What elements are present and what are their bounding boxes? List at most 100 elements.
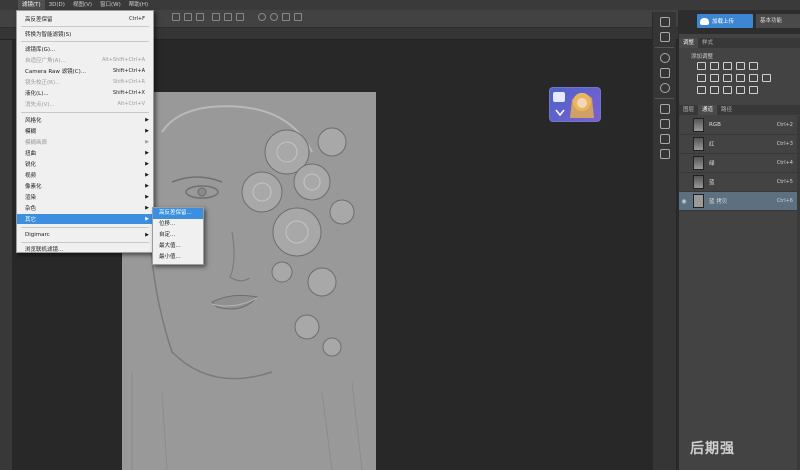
adjustment-icons bbox=[697, 62, 787, 98]
workspace-buttons: 加载上传 基本功能 bbox=[678, 10, 800, 34]
distribute-icon[interactable] bbox=[224, 13, 232, 21]
3d-roll-icon[interactable] bbox=[270, 13, 278, 21]
threshold-icon[interactable] bbox=[723, 86, 732, 94]
menu-item-digimarc[interactable]: Digimarc ▶ bbox=[17, 230, 153, 240]
selective-color-icon[interactable] bbox=[749, 86, 758, 94]
3d-rotate-icon[interactable] bbox=[258, 13, 266, 21]
tab-adjustments[interactable]: 调整 bbox=[679, 38, 699, 48]
history-icon[interactable] bbox=[659, 17, 670, 27]
tab-paths[interactable]: 路径 bbox=[717, 105, 736, 115]
thumbnail-illustration bbox=[553, 92, 594, 118]
character-icon[interactable] bbox=[659, 104, 670, 114]
hue-saturation-icon[interactable] bbox=[697, 74, 706, 82]
submenu-item-offset[interactable]: 位移... bbox=[153, 219, 203, 230]
channel-thumbnail bbox=[693, 137, 704, 151]
align-icon[interactable] bbox=[172, 13, 180, 21]
channels-icon[interactable] bbox=[659, 149, 670, 159]
menu-item-noise[interactable]: 杂色 ▶ bbox=[17, 203, 153, 213]
submenu-arrow-icon: ▶ bbox=[145, 139, 149, 145]
menu-item-pixelate[interactable]: 像素化 ▶ bbox=[17, 181, 153, 191]
tab-channels[interactable]: 通道 bbox=[698, 105, 718, 115]
info-icon[interactable] bbox=[659, 83, 670, 93]
levels-icon[interactable] bbox=[710, 62, 719, 70]
adjust-title: 添加调整 bbox=[691, 54, 714, 60]
menu-item-filter-gallery[interactable]: 滤镜库(G)... bbox=[17, 44, 153, 54]
channel-thumbnail bbox=[693, 175, 704, 189]
menu-item-camera-raw[interactable]: Camera Raw 滤镜(C)... Shift+Ctrl+A bbox=[17, 66, 153, 76]
color-lookup-icon[interactable] bbox=[762, 74, 771, 82]
menu-bar: 滤镜(T) 3D(D) 视图(V) 窗口(W) 帮助(H) bbox=[0, 0, 800, 10]
other-submenu: 高反差保留... 位移... 自定... 最大值... 最小值... bbox=[152, 207, 204, 265]
menu-item-video[interactable]: 视频 ▶ bbox=[17, 170, 153, 180]
gradient-map-icon[interactable] bbox=[736, 86, 745, 94]
menu-item-sharpen[interactable]: 锐化 ▶ bbox=[17, 159, 153, 169]
menu-item-blur-gallery: 模糊画廊 ▶ bbox=[25, 139, 149, 146]
align-icon[interactable] bbox=[196, 13, 204, 21]
menu-item-render[interactable]: 渲染 ▶ bbox=[17, 192, 153, 202]
exposure-icon[interactable] bbox=[736, 62, 745, 70]
submenu-arrow-icon: ▶ bbox=[145, 183, 149, 189]
menu-separator bbox=[21, 242, 149, 243]
channel-row-green[interactable]: 绿 Ctrl+4 bbox=[679, 154, 800, 173]
channel-row-blue-copy[interactable]: ◉ 蓝 拷贝 Ctrl+6 bbox=[679, 192, 800, 211]
channel-mixer-icon[interactable] bbox=[749, 74, 758, 82]
workspace-basic-button[interactable]: 基本功能 bbox=[756, 14, 800, 28]
right-panel: 调整 样式 添加调整 图层 通道 路径 RGB Ctrl+2 红 Ctrl+3 … bbox=[678, 12, 800, 470]
menu-item-convert-smart-filter[interactable]: 转换为智能滤镜(S) bbox=[17, 29, 153, 39]
menu-item-distort[interactable]: 扭曲 ▶ bbox=[17, 148, 153, 158]
submenu-item-maximum[interactable]: 最大值... bbox=[153, 241, 203, 252]
photo-filter-icon[interactable] bbox=[736, 74, 745, 82]
3d-pan-icon[interactable] bbox=[282, 13, 290, 21]
menu-item-stylize[interactable]: 风格化 ▶ bbox=[17, 115, 153, 125]
tab-styles[interactable]: 样式 bbox=[698, 38, 717, 48]
channel-shortcut: Ctrl+2 bbox=[776, 122, 793, 128]
tab-layers[interactable]: 图层 bbox=[679, 105, 698, 115]
menu-window[interactable]: 窗口(W) bbox=[96, 0, 125, 10]
submenu-item-high-pass[interactable]: 高反差保留... bbox=[153, 208, 203, 219]
distribute-icon[interactable] bbox=[236, 13, 244, 21]
eye-icon[interactable]: ◉ bbox=[679, 198, 689, 205]
channel-row-red[interactable]: 红 Ctrl+3 bbox=[679, 135, 800, 154]
brightness-icon[interactable] bbox=[697, 62, 706, 70]
menu-filter[interactable]: 滤镜(T) bbox=[18, 0, 45, 10]
menu-help[interactable]: 帮助(H) bbox=[125, 0, 152, 10]
canvas-image[interactable] bbox=[122, 92, 376, 470]
menu-item-last-filter[interactable]: 高反差保留 Ctrl+F bbox=[17, 14, 153, 24]
submenu-arrow-icon: ▶ bbox=[145, 194, 149, 200]
submenu-arrow-icon: ▶ bbox=[145, 205, 149, 211]
menu-item-adaptive-wide-angle: 自适应广角(A)... Alt+Shift+Ctrl+A bbox=[25, 57, 145, 64]
channel-name: 红 bbox=[709, 142, 715, 148]
distribute-icon[interactable] bbox=[212, 13, 220, 21]
color-balance-icon[interactable] bbox=[710, 74, 719, 82]
menu-3d[interactable]: 3D(D) bbox=[45, 0, 69, 10]
menu-view[interactable]: 视图(V) bbox=[69, 0, 96, 10]
cloud-upload-button[interactable]: 加载上传 bbox=[697, 14, 753, 28]
invert-icon[interactable] bbox=[697, 86, 706, 94]
swatches-icon[interactable] bbox=[659, 68, 670, 78]
channel-row-blue[interactable]: 蓝 Ctrl+5 bbox=[679, 173, 800, 192]
curves-icon[interactable] bbox=[723, 62, 732, 70]
channel-name: 绿 bbox=[709, 161, 715, 167]
submenu-arrow-icon: ▶ bbox=[145, 216, 149, 222]
color-icon[interactable] bbox=[659, 53, 670, 63]
menu-item-lens-correction: 镜头校正(R)... Shift+Ctrl+R bbox=[25, 79, 145, 86]
submenu-arrow-icon: ▶ bbox=[145, 232, 149, 238]
3d-slide-icon[interactable] bbox=[294, 13, 302, 21]
brush-icon[interactable] bbox=[659, 32, 670, 42]
layers-icon[interactable] bbox=[659, 134, 670, 144]
vibrance-icon[interactable] bbox=[749, 62, 758, 70]
channel-row-rgb[interactable]: RGB Ctrl+2 bbox=[679, 116, 800, 135]
menu-item-liquify[interactable]: 液化(L)... Shift+Ctrl+X bbox=[17, 88, 153, 98]
posterize-icon[interactable] bbox=[710, 86, 719, 94]
black-white-icon[interactable] bbox=[723, 74, 732, 82]
submenu-item-custom[interactable]: 自定... bbox=[153, 230, 203, 241]
menu-item-blur[interactable]: 模糊 ▶ bbox=[17, 126, 153, 136]
floating-thumbnail[interactable] bbox=[549, 87, 601, 122]
submenu-arrow-icon: ▶ bbox=[145, 150, 149, 156]
menu-item-other[interactable]: 其它 ▶ bbox=[17, 214, 153, 224]
paragraph-icon[interactable] bbox=[659, 119, 670, 129]
submenu-item-minimum[interactable]: 最小值... bbox=[153, 252, 203, 263]
align-icon[interactable] bbox=[184, 13, 192, 21]
watermark-logo: 后期强 bbox=[690, 441, 735, 457]
menu-item-browse-online[interactable]: 浏览联机滤镜... bbox=[17, 244, 153, 254]
